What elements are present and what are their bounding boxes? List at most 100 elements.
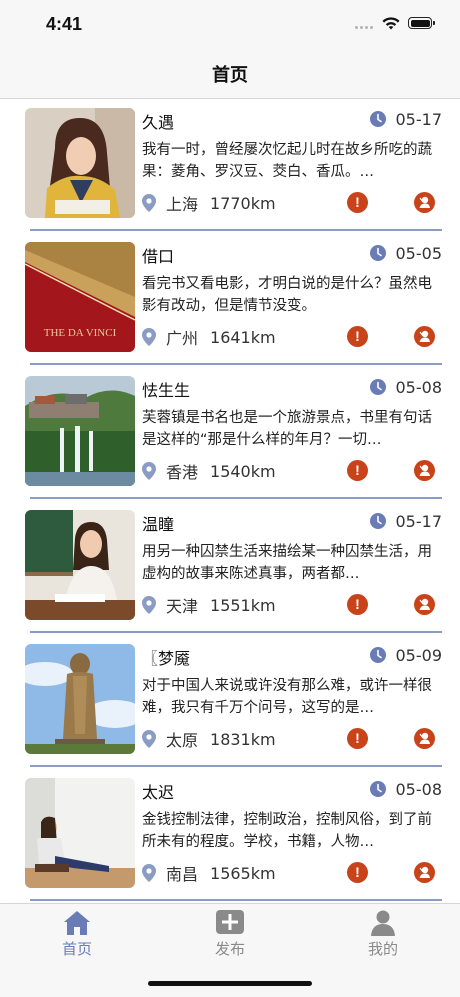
item-date: 05-09 [395, 645, 443, 665]
item-date: 05-17 [395, 109, 443, 129]
cellular-signal-icon [355, 26, 375, 30]
item-date: 05-08 [395, 779, 443, 799]
status-bar: 4:41 [0, 0, 460, 50]
wifi-icon [382, 17, 400, 30]
divider [30, 363, 442, 365]
item-title: 温瞳 [142, 515, 175, 534]
item-distance: 1540km [210, 461, 276, 481]
thumbnail-image [25, 778, 135, 888]
tab-publish-label: 发布 [214, 940, 245, 958]
item-location-row: 广州 1641km [142, 325, 276, 349]
list-item[interactable]: THE DA VINCI 借口 05-05 看完书又看电影，才明白说的是什么？虽… [0, 233, 460, 367]
item-city: 上海 [166, 195, 199, 214]
feed-list[interactable]: 久遇 05-17 我有一时，曾经屡次忆起儿时在故乡所吃的蔬果：菱角、罗汉豆、茭白… [0, 99, 460, 903]
tab-mine[interactable]: 我的 [333, 910, 433, 962]
item-date-group: 05-05 [369, 243, 443, 263]
page-title: 首页 [212, 65, 248, 86]
tab-home-label: 首页 [61, 940, 92, 958]
item-date: 05-17 [395, 511, 443, 531]
item-distance: 1551km [210, 595, 276, 615]
thumbnail-image [25, 644, 135, 754]
person-icon [371, 910, 395, 936]
clock-icon [369, 647, 386, 663]
item-city: 南昌 [166, 865, 199, 884]
thumbnail-image: THE DA VINCI [25, 242, 135, 352]
report-alert-icon[interactable] [347, 326, 368, 347]
report-alert-icon[interactable] [347, 594, 368, 615]
item-location-row: 上海 1770km [142, 191, 276, 215]
clock-icon [369, 111, 386, 127]
location-pin-icon [142, 864, 156, 882]
report-alert-icon[interactable] [347, 460, 368, 481]
item-summary: 对于中国人来说或许没有那么难，或许一样很难，我只有千万个问号，这写的是… [142, 678, 432, 716]
item-distance: 1641km [210, 327, 276, 347]
home-indicator[interactable] [148, 981, 312, 986]
report-alert-icon[interactable] [347, 862, 368, 883]
thumb-cover-text: THE DA VINCI [44, 327, 117, 339]
list-item[interactable]: 怯生生 05-08 芙蓉镇是书名也是一个旅游景点，书里有句话是这样的“那是什么样… [0, 367, 460, 501]
item-title: 借口 [142, 247, 175, 266]
item-title: 〖梦魇 [142, 649, 191, 668]
divider [30, 899, 442, 901]
location-pin-icon [142, 596, 156, 614]
location-pin-icon [142, 730, 156, 748]
thumbnail-image [25, 108, 135, 218]
user-profile-icon[interactable] [414, 192, 435, 213]
item-date-group: 05-17 [369, 109, 443, 129]
item-city: 太原 [166, 731, 199, 750]
battery-icon [408, 17, 435, 29]
item-date-group: 05-08 [369, 377, 443, 397]
item-date: 05-08 [395, 377, 443, 397]
item-summary: 金钱控制法律，控制政治，控制风俗，到了前所未有的程度。学校，书籍，人物… [142, 812, 432, 850]
report-alert-icon[interactable] [347, 192, 368, 213]
item-date-group: 05-09 [369, 645, 443, 665]
list-item[interactable]: 太迟 05-08 金钱控制法律，控制政治，控制风俗，到了前所未有的程度。学校，书… [0, 769, 460, 903]
item-summary: 看完书又看电影，才明白说的是什么？虽然电影有改动，但是情节没变。 [142, 276, 432, 314]
plus-square-icon [216, 910, 244, 934]
item-location-row: 南昌 1565km [142, 861, 276, 885]
item-date: 05-05 [395, 243, 443, 263]
location-pin-icon [142, 328, 156, 346]
user-profile-icon[interactable] [414, 460, 435, 481]
list-item[interactable]: 〖梦魇 05-09 对于中国人来说或许没有那么难，或许一样很难，我只有千万个问号… [0, 635, 460, 769]
home-icon [64, 911, 90, 935]
clock-icon [369, 379, 386, 395]
location-pin-icon [142, 462, 156, 480]
item-distance: 1565km [210, 863, 276, 883]
item-location-row: 天津 1551km [142, 593, 276, 617]
user-profile-icon[interactable] [414, 326, 435, 347]
user-profile-icon[interactable] [414, 728, 435, 749]
divider [30, 497, 442, 499]
thumbnail-image [25, 376, 135, 486]
item-summary: 用另一种囚禁生活来描绘某一种囚禁生活，用虚构的故事来陈述真事，两者都… [142, 544, 432, 582]
list-item[interactable]: 久遇 05-17 我有一时，曾经屡次忆起儿时在故乡所吃的蔬果：菱角、罗汉豆、茭白… [0, 99, 460, 233]
list-item[interactable]: 温瞳 05-17 用另一种囚禁生活来描绘某一种囚禁生活，用虚构的故事来陈述真事，… [0, 501, 460, 635]
clock-icon [369, 245, 386, 261]
status-time: 4:41 [46, 14, 83, 34]
divider [30, 229, 442, 231]
clock-icon [369, 513, 386, 529]
item-city: 天津 [166, 597, 199, 616]
item-summary: 芙蓉镇是书名也是一个旅游景点，书里有句话是这样的“那是什么样的年月？一切… [142, 410, 432, 448]
divider [30, 765, 442, 767]
user-profile-icon[interactable] [414, 594, 435, 615]
item-date-group: 05-08 [369, 779, 443, 799]
report-alert-icon[interactable] [347, 728, 368, 749]
item-title: 久遇 [142, 113, 175, 132]
tab-home[interactable]: 首页 [27, 910, 127, 962]
item-city: 广州 [166, 329, 199, 348]
user-profile-icon[interactable] [414, 862, 435, 883]
clock-icon [369, 781, 386, 797]
item-city: 香港 [166, 463, 199, 482]
item-location-row: 太原 1831km [142, 727, 276, 751]
item-distance: 1770km [210, 193, 276, 213]
location-pin-icon [142, 194, 156, 212]
divider [30, 631, 442, 633]
tab-publish[interactable]: 发布 [180, 910, 280, 962]
item-date-group: 05-17 [369, 511, 443, 531]
tab-mine-label: 我的 [367, 940, 398, 958]
thumbnail-image [25, 510, 135, 620]
item-location-row: 香港 1540km [142, 459, 276, 483]
item-title: 怯生生 [142, 381, 191, 400]
item-distance: 1831km [210, 729, 276, 749]
